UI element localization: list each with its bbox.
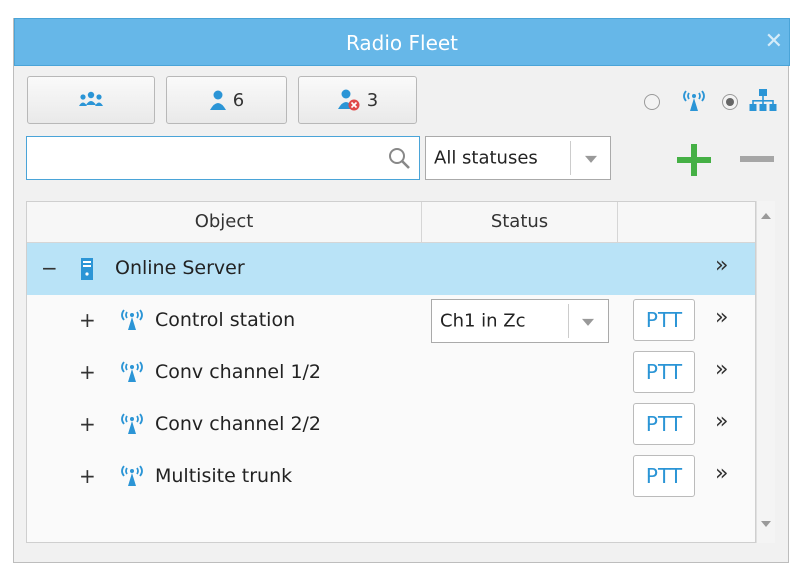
antenna-icon: [121, 413, 143, 434]
search-box[interactable]: [26, 136, 420, 180]
channel-select[interactable]: Ch1 in Zc: [431, 299, 609, 343]
antenna-icon: [121, 361, 143, 382]
user-icon: [209, 90, 226, 110]
scroll-up-icon[interactable]: [761, 213, 771, 219]
antenna-icon: [121, 465, 143, 486]
status-filter-select[interactable]: All statuses: [425, 136, 611, 180]
channel-select-value: Ch1 in Zc: [440, 310, 526, 332]
antenna-icon: [121, 309, 143, 330]
column-header-status[interactable]: Status: [422, 202, 618, 242]
expand-toggle[interactable]: +: [79, 464, 96, 488]
online-users-count: 6: [232, 89, 245, 111]
search-input[interactable]: [33, 145, 377, 173]
add-button[interactable]: [677, 144, 711, 176]
server-icon: [81, 258, 93, 280]
radio-view-option[interactable]: [644, 94, 660, 110]
more-actions-button[interactable]: »: [715, 461, 728, 486]
close-button[interactable]: ✕: [765, 29, 783, 54]
table-row-control-station[interactable]: + Control station Ch1 in Zc PTT »: [27, 295, 755, 347]
column-header-actions: [618, 202, 755, 242]
table-header: Object Status: [27, 202, 755, 243]
more-actions-button[interactable]: »: [715, 357, 728, 382]
title-bar: Radio Fleet ✕: [14, 18, 790, 66]
more-actions-button[interactable]: »: [715, 305, 728, 330]
column-header-object[interactable]: Object: [27, 202, 422, 242]
chevron-down-icon: [582, 318, 594, 326]
table-row-conv-channel-2[interactable]: + Conv channel 2/2 PTT »: [27, 399, 755, 451]
vertical-scrollbar[interactable]: [756, 201, 775, 543]
more-actions-button[interactable]: »: [715, 409, 728, 434]
row-label: Multisite trunk: [155, 465, 293, 487]
table-row-multisite-trunk[interactable]: + Multisite trunk PTT »: [27, 451, 755, 503]
row-label: Control station: [155, 309, 296, 331]
offline-users-button[interactable]: 3: [298, 76, 417, 124]
remove-button[interactable]: [740, 156, 774, 162]
search-icon: [389, 148, 410, 169]
hierarchy-view-option[interactable]: [722, 94, 738, 110]
collapse-toggle[interactable]: −: [41, 256, 58, 280]
offline-users-count: 3: [366, 89, 379, 111]
ptt-button[interactable]: PTT: [633, 403, 695, 445]
table-row-online-server[interactable]: − Online Server »: [27, 243, 755, 295]
chevron-down-icon: [585, 155, 597, 163]
expand-toggle[interactable]: +: [79, 360, 96, 384]
fleet-tree-table: Object Status − Online Server » + Contro…: [26, 201, 756, 543]
status-filter-value: All statuses: [434, 147, 538, 169]
ptt-button[interactable]: PTT: [633, 299, 695, 341]
expand-toggle[interactable]: +: [79, 412, 96, 436]
radio-icon: [683, 90, 705, 111]
table-row-conv-channel-1[interactable]: + Conv channel 1/2 PTT »: [27, 347, 755, 399]
row-label: Conv channel 1/2: [155, 361, 322, 383]
window-title: Radio Fleet: [345, 31, 459, 55]
row-label: Conv channel 2/2: [155, 413, 322, 435]
hierarchy-icon: [749, 89, 777, 111]
online-users-button[interactable]: 6: [166, 76, 287, 124]
user-offline-icon: [337, 89, 360, 111]
row-label: Online Server: [115, 257, 245, 279]
all-contacts-button[interactable]: [27, 76, 155, 124]
more-actions-button[interactable]: »: [715, 253, 728, 278]
scroll-down-icon[interactable]: [761, 521, 771, 527]
group-icon: [79, 91, 103, 106]
ptt-button[interactable]: PTT: [633, 455, 695, 497]
expand-toggle[interactable]: +: [79, 308, 96, 332]
ptt-button[interactable]: PTT: [633, 351, 695, 393]
